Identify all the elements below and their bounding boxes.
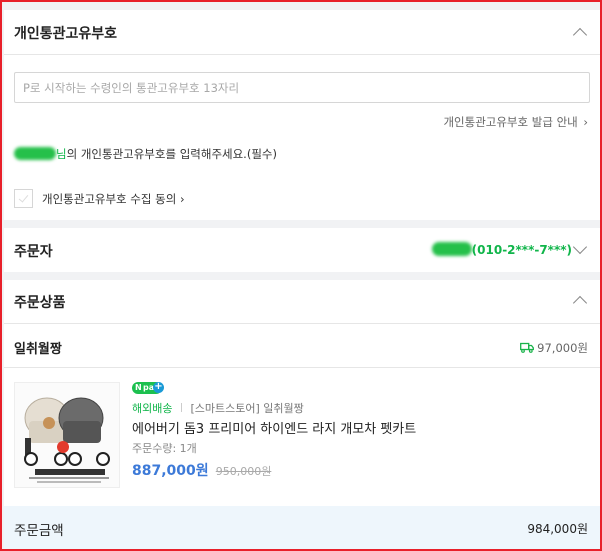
order-total-amount: 984,000원	[527, 522, 588, 536]
product-original-price: 950,000원	[215, 465, 272, 478]
masked-orderer-name	[431, 242, 472, 256]
notice-suffix: 님	[56, 147, 67, 161]
customs-guide-label: 개인통관고유부호 발급 안내	[443, 115, 578, 129]
collapse-chevron-icon[interactable]	[572, 27, 588, 43]
product-name[interactable]: 에어버기 돔3 프리미어 하이엔드 라지 개모차 펫카트	[132, 418, 416, 437]
consent-link[interactable]: 개인통관고유부호 수집 동의 ›	[42, 191, 185, 207]
customs-notice: 님의 개인통관고유부호를 입력해주세요.(필수)	[14, 146, 277, 162]
orderer-info: (010-2***-7***)	[431, 242, 572, 257]
product-quantity: 주문수량: 1개	[132, 442, 197, 455]
shipping-fee: 97,000원	[519, 340, 588, 356]
customs-guide-link[interactable]: 개인통관고유부호 발급 안내 ›	[443, 114, 588, 130]
tag-store: [스마트스토어] 일취월짱	[190, 402, 304, 415]
npay-logo-icon: N	[135, 383, 142, 392]
customs-code-input[interactable]	[14, 72, 590, 103]
expand-chevron-icon[interactable]	[572, 239, 588, 255]
customs-section: 개인통관고유부호 개인통관고유부호 발급 안내 › 님의 개인통관고유부호를 입…	[4, 10, 600, 220]
page-frame: 개인통관고유부호 개인통관고유부호 발급 안내 › 님의 개인통관고유부호를 입…	[0, 0, 602, 551]
product-price: 887,000원	[132, 463, 209, 479]
truck-icon	[519, 342, 534, 353]
orderer-section[interactable]: 주문자 (010-2***-7***)	[4, 228, 600, 272]
separator	[180, 403, 182, 412]
masked-name	[14, 147, 56, 160]
order-total-label: 주문금액	[14, 523, 64, 539]
pet-stroller-illustration	[15, 383, 119, 487]
divider	[4, 54, 600, 55]
tag-overseas: 해외배송	[132, 402, 173, 415]
store-name: 일취월짱	[14, 342, 62, 357]
consent-label: 개인통관고유부호 수집 동의	[42, 192, 177, 206]
product-tags: 해외배송 [스마트스토어] 일취월짱	[132, 400, 304, 416]
chevron-right-icon: ›	[179, 192, 185, 206]
npay-badge: N pay +	[132, 381, 164, 394]
notice-text: 의 개인통관고유부호를 입력해주세요.(필수)	[66, 147, 277, 161]
divider	[4, 367, 600, 368]
consent-checkbox[interactable]	[14, 189, 33, 208]
plus-icon: +	[153, 381, 164, 393]
collapse-chevron-icon[interactable]	[572, 295, 588, 311]
products-section: 주문상품 일취월짱 97,000원 N pay + 해외배송 [스마트스토어] …	[4, 280, 600, 506]
products-title: 주문상품	[14, 295, 66, 311]
product-image[interactable]	[14, 382, 120, 488]
divider	[4, 323, 600, 324]
orderer-phone: (010-2***-7***)	[471, 243, 572, 257]
customs-title: 개인통관고유부호	[14, 26, 118, 42]
shipping-fee-value: 97,000원	[537, 341, 588, 355]
orderer-title: 주문자	[14, 244, 53, 260]
product-price-row: 887,000원 950,000원	[132, 460, 271, 480]
chevron-right-icon: ›	[583, 115, 588, 129]
order-total-section: 주문금액 984,000원	[4, 506, 600, 549]
